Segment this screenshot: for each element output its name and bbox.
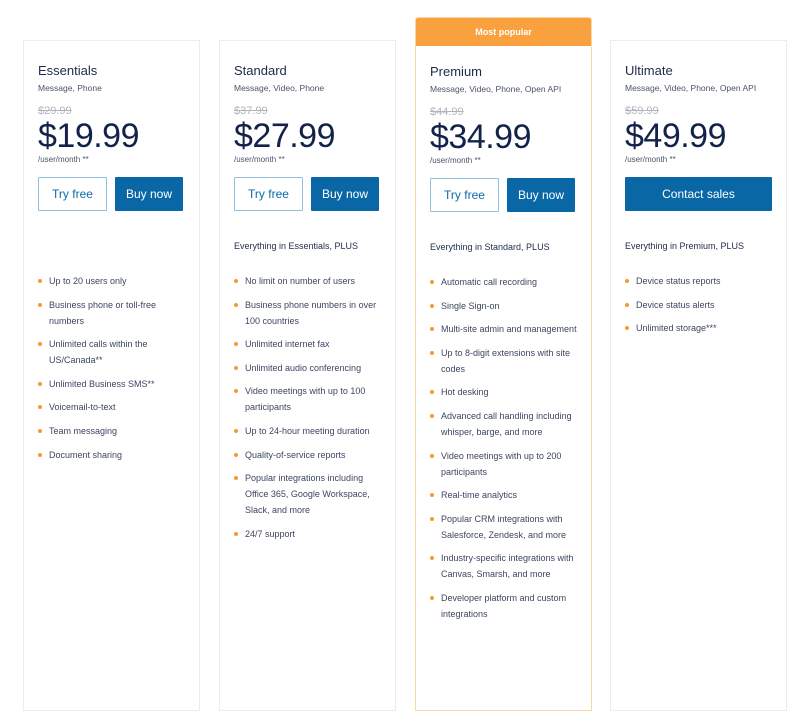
buy-now-button[interactable]: Buy now [115,177,183,211]
feature-item: No limit on number of users [234,273,381,289]
plan-channels: Message, Video, Phone, Open API [430,84,562,94]
bullet-icon [430,303,434,308]
bullet-icon [234,365,238,370]
plan-name: Premium [430,64,483,79]
price-unit: /user/month ** [38,155,89,164]
original-price: $29.99 [38,105,72,117]
bullet-icon [234,531,238,536]
feature-item: Up to 8-digit extensions with site codes [430,345,577,377]
bullet-icon [234,428,238,433]
plan-name: Standard [234,63,287,78]
price-unit: /user/month ** [234,155,285,164]
bullet-icon [38,279,42,283]
feature-item: Business phone or toll-free numbers [38,297,185,329]
feature-item: Developer platform and custom integratio… [430,590,577,622]
feature-item: Industry-specific integrations with Canv… [430,550,577,582]
plus-heading: Everything in Premium, PLUS [625,241,745,251]
buy-now-button[interactable]: Buy now [311,177,379,211]
bullet-icon [38,342,42,347]
most-popular-badge: Most popular [416,18,591,46]
contact-sales-button[interactable]: Contact sales [625,177,772,211]
bullet-icon [430,390,434,395]
bullet-icon [430,280,434,284]
plus-heading: Everything in Standard, PLUS [430,242,550,252]
bullet-icon [430,556,434,561]
feature-item: Hot desking [430,384,577,400]
bullet-icon [234,342,238,347]
original-price: $59.99 [625,105,659,117]
bullet-icon [430,453,434,458]
plan-channels: Message, Phone [38,83,102,93]
feature-item: Unlimited audio conferencing [234,360,381,376]
feature-item: Team messaging [38,423,185,439]
feature-item: Up to 24-hour meeting duration [234,423,381,439]
feature-item: Real-time analytics [430,487,577,503]
feature-item: Advanced call handling including whisper… [430,408,577,440]
feature-item: Video meetings with up to 200 participan… [430,448,577,480]
feature-item: Quality-of-service reports [234,447,381,463]
plan-card-ultimate: Ultimate Message, Video, Phone, Open API… [610,40,787,711]
feature-item: Video meetings with up to 100 participan… [234,383,381,415]
feature-item: Unlimited calls within the US/Canada** [38,336,185,368]
feature-list: Device status reports Device status aler… [625,273,772,336]
bullet-icon [234,476,238,481]
original-price: $37.99 [234,105,268,117]
bullet-icon [38,405,42,410]
price: $34.99 [430,118,532,156]
plan-card-standard: Standard Message, Video, Phone $37.99 $2… [219,40,396,711]
bullet-icon [38,302,42,307]
price-unit: /user/month ** [430,156,481,165]
bullet-icon [430,350,434,355]
plan-card-premium: Most popular Premium Message, Video, Pho… [415,17,592,711]
feature-item: Device status reports [625,273,772,289]
feature-item: Unlimited Business SMS** [38,376,185,392]
price: $19.99 [38,117,140,155]
bullet-icon [625,279,629,283]
bullet-icon [430,327,434,332]
bullet-icon [625,302,629,307]
bullet-icon [38,428,42,433]
bullet-icon [430,516,434,521]
feature-list: Automatic call recording Single Sign-on … [430,274,577,622]
buy-now-button[interactable]: Buy now [507,178,575,212]
bullet-icon [234,389,238,394]
bullet-icon [38,452,42,457]
feature-item: Popular integrations including Office 36… [234,470,381,518]
feature-list: Up to 20 users only Business phone or to… [38,273,185,463]
bullet-icon [234,279,238,283]
feature-list: No limit on number of users Business pho… [234,273,381,542]
bullet-icon [38,381,42,386]
plan-name: Essentials [38,63,98,78]
price: $49.99 [625,117,727,155]
feature-item: Multi-site admin and management [430,321,577,337]
feature-item: Single Sign-on [430,298,577,314]
feature-item: 24/7 support [234,526,381,542]
bullet-icon [430,595,434,600]
bullet-icon [430,413,434,418]
plan-channels: Message, Video, Phone, Open API [625,83,757,93]
feature-item: Automatic call recording [430,274,577,290]
feature-item: Unlimited internet fax [234,336,381,352]
try-free-button[interactable]: Try free [430,178,499,212]
feature-item: Voicemail-to-text [38,399,185,415]
try-free-button[interactable]: Try free [38,177,107,211]
original-price: $44.99 [430,106,464,118]
bullet-icon [234,302,238,307]
bullet-icon [430,493,434,498]
price-unit: /user/month ** [625,155,676,164]
plan-card-essentials: Essentials Message, Phone $29.99 $19.99 … [23,40,200,711]
feature-item: Up to 20 users only [38,273,185,289]
bullet-icon [234,452,238,457]
feature-item: Popular CRM integrations with Salesforce… [430,511,577,543]
plus-heading: Everything in Essentials, PLUS [234,241,359,251]
plan-channels: Message, Video, Phone [234,83,325,93]
try-free-button[interactable]: Try free [234,177,303,211]
feature-item: Device status alerts [625,297,772,313]
feature-item: Document sharing [38,447,185,463]
price: $27.99 [234,117,336,155]
feature-item: Business phone numbers in over 100 count… [234,297,381,329]
plan-name: Ultimate [625,63,673,78]
feature-item: Unlimited storage*** [625,320,772,336]
bullet-icon [625,326,629,331]
